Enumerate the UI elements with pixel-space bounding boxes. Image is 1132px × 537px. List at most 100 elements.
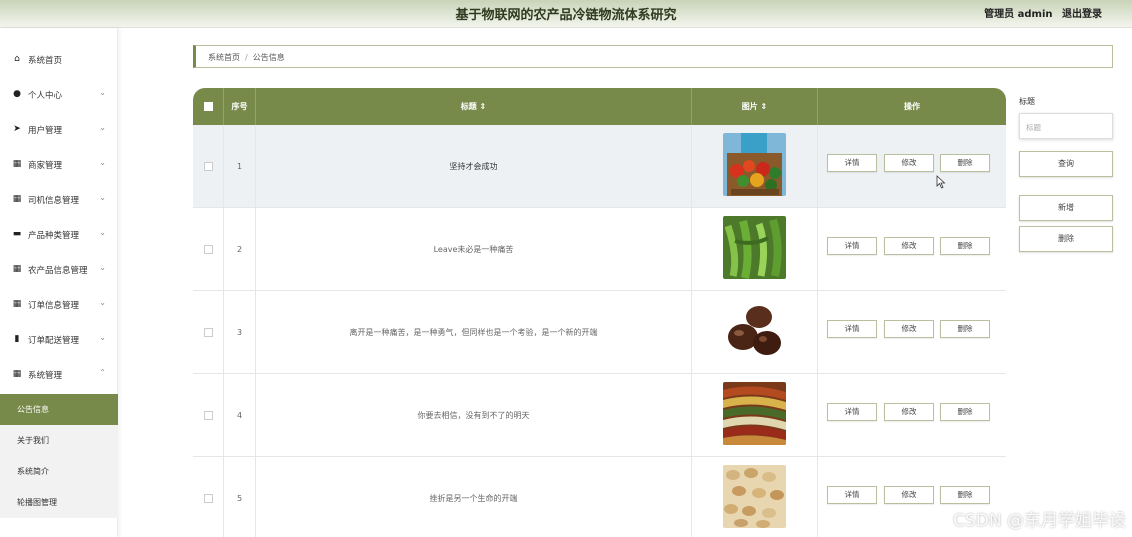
edit-button[interactable]: 修改 xyxy=(884,237,934,255)
detail-button[interactable]: 详情 xyxy=(827,403,877,421)
sidebar-item-label: 订单信息管理 xyxy=(28,301,80,311)
col-actions: 操作 xyxy=(904,102,920,111)
detail-button[interactable]: 详情 xyxy=(827,486,877,504)
sidebar-sub-carousel[interactable]: 轮播图管理 xyxy=(0,487,118,518)
monitor-icon: ▬ xyxy=(12,229,22,239)
table-row: 4 你要去相信，没有到不了的明天 详情 修改 删除 xyxy=(193,374,1006,457)
grains-beans-image xyxy=(723,382,786,445)
sidebar-item-system[interactable]: ▦ 系统管理 ⌃ xyxy=(0,360,118,390)
sidebar-sub-about[interactable]: 关于我们 xyxy=(0,425,118,456)
row-image-cell xyxy=(692,374,818,457)
sidebar-item-label: 系统管理 xyxy=(28,371,63,381)
notice-table: 序号 标题 ⇕ 图片 ⇕ 操作 1 坚持才会成功 详情 修改 删除 2 Leav… xyxy=(193,88,1006,537)
sidebar-item-delivery[interactable]: ▮ 订单配送管理 ⌄ xyxy=(0,325,118,355)
grid-icon: ▦ xyxy=(12,299,22,309)
row-checkbox[interactable] xyxy=(203,162,213,171)
sidebar-sub-notices[interactable]: 公告信息 xyxy=(0,394,118,425)
search-title-input[interactable]: 标题 xyxy=(1019,113,1113,139)
row-title: 你要去相信，没有到不了的明天 xyxy=(256,374,692,457)
query-button[interactable]: 查询 xyxy=(1019,151,1113,177)
row-image-cell xyxy=(692,457,818,537)
chevron-up-icon: ⌃ xyxy=(99,368,106,377)
sidebar-sub-label: 关于我们 xyxy=(17,436,49,445)
col-index: 序号 xyxy=(224,88,256,125)
sidebar-item-label: 用户管理 xyxy=(28,126,63,136)
breadcrumb-current: 公告信息 xyxy=(252,53,285,62)
col-image[interactable]: 图片 ⇕ xyxy=(692,88,818,125)
peanuts-image xyxy=(723,465,786,528)
edit-button[interactable]: 修改 xyxy=(884,486,934,504)
sidebar-sub-intro[interactable]: 系统简介 xyxy=(0,456,118,487)
col-title[interactable]: 标题 ⇕ xyxy=(256,88,692,125)
add-button[interactable]: 新增 xyxy=(1019,195,1113,221)
sidebar-item-label: 商家管理 xyxy=(28,161,63,171)
batch-delete-button[interactable]: 删除 xyxy=(1019,226,1113,252)
row-index: 2 xyxy=(224,208,256,291)
breadcrumb-separator: / xyxy=(245,53,248,62)
row-index: 3 xyxy=(224,291,256,374)
row-select-cell xyxy=(193,125,224,208)
edit-button[interactable]: 修改 xyxy=(884,154,934,172)
row-actions: 详情 修改 删除 xyxy=(818,374,1006,457)
row-title: 坚持才会成功 xyxy=(256,125,692,208)
home-icon: ⌂ xyxy=(14,54,20,64)
sidebar-item-home[interactable]: ⌂ 系统首页 xyxy=(0,45,118,75)
chevron-down-icon: ⌄ xyxy=(99,263,106,272)
table-row: 5 挫折是另一个生命的开端 详情 修改 删除 xyxy=(193,457,1006,537)
row-select-cell xyxy=(193,208,224,291)
sidebar-item-users[interactable]: ➤ 用户管理 ⌄ xyxy=(0,115,118,145)
send-icon: ➤ xyxy=(13,124,21,134)
row-checkbox[interactable] xyxy=(203,411,213,420)
select-all-cell xyxy=(193,88,224,125)
grid-icon: ▦ xyxy=(12,369,22,379)
table-row: 2 Leave未必是一种痛苦 详情 修改 删除 xyxy=(193,208,1006,291)
water-chestnuts-image xyxy=(723,299,786,362)
sidebar-item-label: 农产品信息管理 xyxy=(28,266,88,276)
row-title: Leave未必是一种痛苦 xyxy=(256,208,692,291)
chevron-down-icon: ⌄ xyxy=(99,158,106,167)
detail-button[interactable]: 详情 xyxy=(827,320,877,338)
select-all-checkbox[interactable] xyxy=(203,102,213,111)
table-row: 3 离开是一种痛苦，是一种勇气，但同样也是一个考验，是一个新的开端 详情 修改 … xyxy=(193,291,1006,374)
sidebar-item-orders[interactable]: ▦ 订单信息管理 ⌄ xyxy=(0,290,118,320)
watermark: CSDN @东月学姐毕设 xyxy=(953,511,1126,531)
row-index: 1 xyxy=(224,125,256,208)
logout-link[interactable]: 退出登录 xyxy=(1062,9,1102,20)
delete-button[interactable]: 删除 xyxy=(940,154,990,172)
row-image-cell xyxy=(692,125,818,208)
chevron-down-icon: ⌄ xyxy=(99,88,106,97)
table-header: 序号 标题 ⇕ 图片 ⇕ 操作 xyxy=(193,88,1006,125)
sidebar-item-products[interactable]: ▦ 农产品信息管理 ⌄ xyxy=(0,255,118,285)
sidebar-item-merchants[interactable]: ▦ 商家管理 ⌄ xyxy=(0,150,118,180)
row-checkbox[interactable] xyxy=(203,494,213,503)
delete-button[interactable]: 删除 xyxy=(940,403,990,421)
sidebar-item-categories[interactable]: ▬ 产品种类管理 ⌄ xyxy=(0,220,118,250)
sidebar-item-label: 司机信息管理 xyxy=(28,196,80,206)
mouse-cursor-icon xyxy=(936,175,946,189)
detail-button[interactable]: 详情 xyxy=(827,237,877,255)
chevron-down-icon: ⌄ xyxy=(99,123,106,132)
user-icon: ● xyxy=(13,89,21,99)
sidebar-item-personal[interactable]: ● 个人中心 ⌄ xyxy=(0,80,118,110)
row-select-cell xyxy=(193,291,224,374)
sidebar-item-label: 订单配送管理 xyxy=(28,336,80,346)
sidebar-item-drivers[interactable]: ▦ 司机信息管理 ⌄ xyxy=(0,185,118,215)
row-actions: 详情 修改 删除 xyxy=(818,125,1006,208)
breadcrumb-home[interactable]: 系统首页 xyxy=(208,53,240,62)
delete-button[interactable]: 删除 xyxy=(940,320,990,338)
bar-chart-icon: ▮ xyxy=(14,334,20,344)
delete-button[interactable]: 删除 xyxy=(940,237,990,255)
delete-button[interactable]: 删除 xyxy=(940,486,990,504)
detail-button[interactable]: 详情 xyxy=(827,154,877,172)
row-select-cell xyxy=(193,457,224,537)
edit-button[interactable]: 修改 xyxy=(884,320,934,338)
edit-button[interactable]: 修改 xyxy=(884,403,934,421)
top-header: 基于物联网的农产品冷链物流体系研究 管理员 admin 退出登录 xyxy=(0,0,1132,28)
row-checkbox[interactable] xyxy=(203,245,213,254)
search-title-label: 标题 xyxy=(1019,97,1035,106)
row-select-cell xyxy=(193,374,224,457)
sidebar-item-label: 产品种类管理 xyxy=(28,231,80,241)
row-actions: 详情 修改 删除 xyxy=(818,291,1006,374)
row-checkbox[interactable] xyxy=(203,328,213,337)
row-title: 离开是一种痛苦，是一种勇气，但同样也是一个考验，是一个新的开端 xyxy=(256,291,692,374)
